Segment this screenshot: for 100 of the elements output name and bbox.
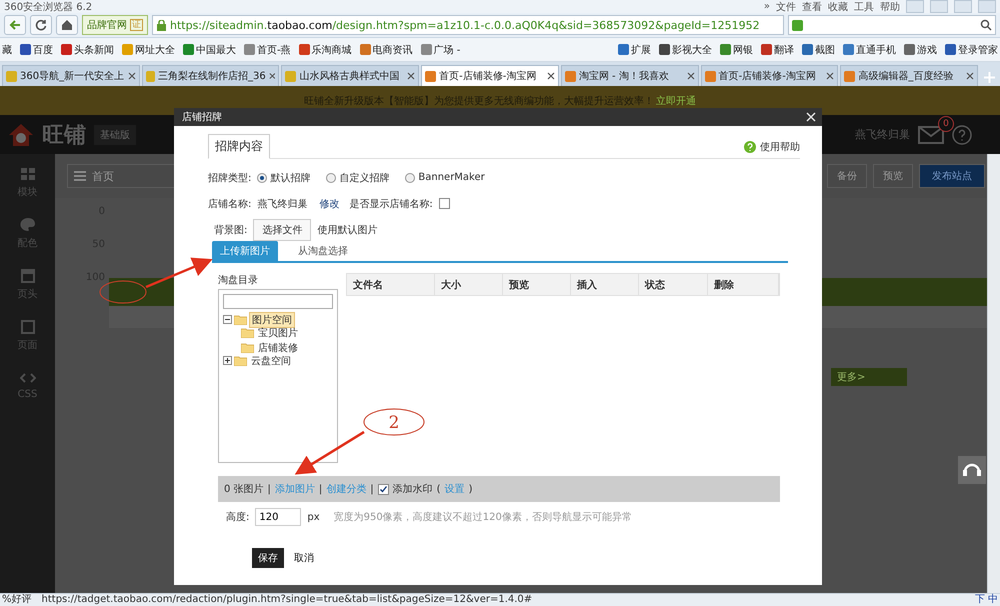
field-label: 是否显示店铺名称: <box>349 198 433 210</box>
column-header: 大小 <box>435 274 503 295</box>
tree-item[interactable]: 宝贝图片 <box>256 326 300 340</box>
site-badge[interactable]: 品牌官网 证 <box>82 15 148 35</box>
tray-item[interactable]: 中 <box>988 594 998 606</box>
help-link[interactable]: 使用帮助 <box>760 140 800 154</box>
back-arrow-icon <box>8 18 22 32</box>
unit-label: px <box>307 512 320 522</box>
edit-link[interactable]: 修改 <box>319 196 340 210</box>
browser-tab[interactable]: 首页-店铺装修-淘宝网 <box>421 65 559 86</box>
mail-icon[interactable] <box>918 126 944 144</box>
toolbar-button[interactable]: 截图 <box>802 42 835 56</box>
scrollbar[interactable] <box>987 154 1000 593</box>
tree-item[interactable]: 图片空间 <box>249 312 295 328</box>
back-button[interactable] <box>4 15 26 35</box>
close-icon[interactable] <box>966 72 974 80</box>
tray-item[interactable]: 下 <box>975 594 985 606</box>
browser-tab[interactable]: 山水风格古典样式中国 <box>281 65 420 86</box>
checkbox-label[interactable]: 添加水印 <box>392 482 433 496</box>
checkbox[interactable] <box>378 484 389 494</box>
filter-field[interactable] <box>223 294 333 309</box>
radio-button[interactable] <box>257 172 268 182</box>
browser-tab[interactable]: 首页-店铺装修-淘宝网 <box>700 65 838 86</box>
menu-item[interactable]: » <box>764 1 770 12</box>
close-icon[interactable] <box>826 72 834 80</box>
bookmark-link[interactable]: 网址大全 <box>122 42 175 56</box>
bookmark-link[interactable]: 首页-燕 <box>244 42 291 56</box>
url-text: https://siteadmin.taobao.com/design.htm?spm=a1z10.1-c.0.0.aQ0K4q&sid=368573092&pageId=1251952 <box>170 18 760 32</box>
bookmark-link[interactable]: 乐淘商城 <box>298 42 352 56</box>
home-button[interactable] <box>56 15 78 35</box>
folder-icon <box>241 342 254 352</box>
column-header: 预览 <box>503 274 571 295</box>
upgrade-link[interactable]: 立即开通 <box>656 94 696 108</box>
toolbar-button[interactable]: 扩展 <box>618 42 651 56</box>
toolbar-button[interactable]: 游戏 <box>904 42 937 56</box>
certified-mark: 证 <box>130 19 143 31</box>
bookmark-link[interactable]: 头条新闻 <box>61 42 114 56</box>
menu-item[interactable]: 帮助 <box>880 0 900 14</box>
dialog-title: 店铺招牌 <box>182 110 222 124</box>
browser-tab[interactable]: 三角梨在线制作店招_36 <box>142 65 280 86</box>
radio-button[interactable] <box>326 172 336 182</box>
dialog-tab[interactable]: 招牌内容 <box>208 134 270 159</box>
menu-item[interactable]: 收藏 <box>828 0 848 14</box>
cancel-button[interactable]: 取消 <box>294 551 314 565</box>
toolbar-button[interactable]: 发布站点 <box>919 164 985 188</box>
menu-item[interactable]: 查看 <box>802 0 822 14</box>
browser-tab[interactable]: 淘宝网 - 淘！我喜欢 <box>560 65 699 86</box>
tree-item[interactable]: 云盘空间 <box>249 354 293 368</box>
toolbar-button[interactable]: 翻译 <box>761 42 794 56</box>
bookmark-link[interactable]: 广场 - <box>420 42 460 56</box>
url-field[interactable]: https://siteadmin.taobao.com/design.htm?spm=a1z10.1-c.0.0.aQ0K4q&sid=368573092&pageId=1251952 <box>152 15 784 35</box>
collapse-icon[interactable] <box>223 315 232 324</box>
more-link[interactable]: 更多> <box>831 368 907 386</box>
toolbar-button[interactable]: 网银 <box>720 42 753 56</box>
folder-icon <box>234 314 247 324</box>
save-button[interactable]: 保存 <box>252 548 284 568</box>
toolbar-button[interactable]: 影视大全 <box>659 42 712 56</box>
separator: | <box>370 484 374 494</box>
close-icon[interactable] <box>128 72 136 80</box>
help-icon <box>744 141 756 153</box>
radio-label[interactable]: 默认招牌 <box>270 170 310 184</box>
bookmark-link[interactable]: 中国最大 <box>183 42 236 56</box>
toolbar-button[interactable]: 直通手机 <box>843 42 896 56</box>
radio-label[interactable]: 自定义招牌 <box>339 170 390 184</box>
separator: ) <box>468 484 472 494</box>
search-engine-icon[interactable] <box>792 20 803 30</box>
edition-label: 基础版 <box>94 124 136 144</box>
close-icon[interactable] <box>686 72 695 80</box>
column-header: 删除 <box>708 274 779 295</box>
close-icon[interactable] <box>268 72 276 80</box>
bookmark-link[interactable]: 百度 <box>20 42 53 56</box>
folder-icon <box>234 356 247 366</box>
bookmark-link[interactable]: 电商资讯 <box>360 42 413 56</box>
toolbar-button[interactable]: 登录管家 <box>945 42 998 56</box>
choose-file-button[interactable]: 选择文件 <box>253 218 312 240</box>
lock-icon <box>157 20 166 30</box>
radio-button[interactable] <box>405 172 416 182</box>
menu-item[interactable]: 工具 <box>854 0 874 14</box>
search-icon[interactable] <box>980 19 992 31</box>
expand-icon[interactable] <box>223 356 232 365</box>
field-label: 招牌类型: <box>208 172 252 184</box>
checkbox[interactable] <box>438 198 450 209</box>
upload-tab[interactable]: 从淘盘选择 <box>290 241 356 261</box>
bookmark-link[interactable]: 藏 <box>2 42 12 56</box>
support-button[interactable] <box>958 456 986 484</box>
tree-item[interactable]: 店铺装修 <box>256 340 300 354</box>
close-icon[interactable] <box>546 72 555 80</box>
column-header: 插入 <box>571 274 639 295</box>
radio-label[interactable]: BannerMaker <box>418 172 485 183</box>
search-field[interactable] <box>788 15 996 35</box>
height-field[interactable]: 120 <box>255 508 302 526</box>
grid-icon <box>20 166 36 182</box>
refresh-button[interactable] <box>30 15 52 35</box>
house-logo-icon <box>8 122 34 146</box>
browser-tab[interactable]: 360导航_新一代安全上 <box>2 65 140 86</box>
browser-tab[interactable]: 高级编辑器_百度经验 <box>840 65 978 86</box>
annotation-arrow <box>146 258 213 288</box>
menu-item[interactable]: 文件 <box>776 0 796 14</box>
close-icon[interactable] <box>407 72 416 80</box>
help-icon[interactable] <box>952 124 972 144</box>
